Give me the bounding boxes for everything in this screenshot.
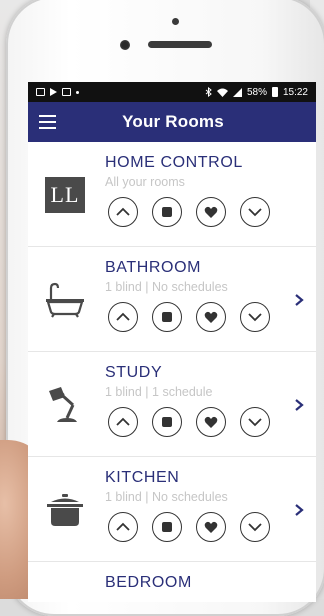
favourite-button[interactable] — [196, 407, 226, 437]
room-item-study[interactable]: STUDY 1 blind | 1 schedule — [28, 352, 316, 457]
chevron-down-icon — [248, 523, 262, 532]
heart-icon — [204, 311, 218, 323]
battery-percent: 58% — [246, 86, 267, 98]
close-button[interactable] — [240, 302, 270, 332]
blind-controls — [108, 512, 270, 542]
room-subtitle: 1 blind | 1 schedule — [105, 385, 213, 399]
bathtub-icon — [42, 277, 88, 323]
more-notifications-icon — [76, 90, 79, 94]
gallery-notification-icon — [62, 88, 71, 96]
status-right: 58% 15:22 — [205, 87, 308, 98]
bluetooth-icon — [205, 87, 212, 97]
chevron-down-icon — [248, 313, 262, 322]
wifi-icon — [216, 88, 228, 97]
favourite-button[interactable] — [196, 302, 226, 332]
blind-controls — [108, 407, 270, 437]
stop-icon — [162, 312, 172, 322]
favourite-button[interactable] — [196, 512, 226, 542]
desk-lamp-icon — [42, 382, 88, 428]
status-time: 15:22 — [282, 86, 308, 98]
open-button[interactable] — [108, 197, 138, 227]
open-button[interactable] — [108, 512, 138, 542]
chevron-down-icon — [248, 208, 262, 217]
ll-logo: LL — [42, 172, 88, 218]
room-item-bathroom[interactable]: BATHROOM 1 blind | No schedules — [28, 247, 316, 352]
ll-logo-mark: LL — [45, 177, 85, 213]
hamburger-menu-icon[interactable] — [39, 115, 56, 129]
status-left — [36, 88, 79, 96]
open-button[interactable] — [108, 302, 138, 332]
proximity-sensor — [172, 18, 179, 25]
battery-icon — [271, 87, 278, 97]
room-name: STUDY — [105, 364, 163, 381]
heart-icon — [204, 206, 218, 218]
signal-icon — [232, 87, 242, 97]
close-button[interactable] — [240, 197, 270, 227]
chevron-up-icon — [116, 522, 130, 531]
room-name: KITCHEN — [105, 469, 180, 486]
stop-button[interactable] — [152, 302, 182, 332]
favourite-button[interactable] — [196, 197, 226, 227]
blind-controls — [108, 302, 270, 332]
room-item-home-control[interactable]: LL HOME CONTROL All your rooms — [28, 142, 316, 247]
app-bar: Your Rooms — [28, 102, 316, 142]
page-title: Your Rooms — [122, 112, 224, 131]
play-notification-icon — [50, 88, 57, 96]
room-item-bedroom[interactable]: BEDROOM — [28, 562, 316, 602]
earpiece-speaker — [148, 41, 212, 48]
stop-button[interactable] — [152, 407, 182, 437]
room-name: BATHROOM — [105, 259, 202, 276]
chevron-up-icon — [116, 207, 130, 216]
room-item-kitchen[interactable]: KITCHEN 1 blind | No schedules — [28, 457, 316, 562]
room-subtitle: 1 blind | No schedules — [105, 280, 228, 294]
front-camera — [120, 40, 130, 50]
status-bar: 58% 15:22 — [28, 82, 316, 102]
close-button[interactable] — [240, 407, 270, 437]
stop-icon — [162, 522, 172, 532]
image-notification-icon — [36, 88, 45, 96]
open-button[interactable] — [108, 407, 138, 437]
stop-button[interactable] — [152, 512, 182, 542]
chevron-right-icon[interactable] — [292, 503, 306, 517]
room-name: HOME CONTROL — [105, 154, 243, 171]
room-subtitle: All your rooms — [105, 175, 185, 189]
stop-button[interactable] — [152, 197, 182, 227]
blind-controls — [108, 197, 270, 227]
chevron-right-icon[interactable] — [292, 293, 306, 307]
cooking-pot-icon — [42, 487, 88, 533]
chevron-up-icon — [116, 312, 130, 321]
chevron-down-icon — [248, 418, 262, 427]
close-button[interactable] — [240, 512, 270, 542]
stop-icon — [162, 417, 172, 427]
heart-icon — [204, 521, 218, 533]
phone-screen: 58% 15:22 Your Rooms LL HOME CONTROL All… — [28, 82, 316, 602]
room-subtitle: 1 blind | No schedules — [105, 490, 228, 504]
stop-icon — [162, 207, 172, 217]
room-name: BEDROOM — [105, 574, 192, 591]
chevron-up-icon — [116, 417, 130, 426]
heart-icon — [204, 416, 218, 428]
chevron-right-icon[interactable] — [292, 398, 306, 412]
